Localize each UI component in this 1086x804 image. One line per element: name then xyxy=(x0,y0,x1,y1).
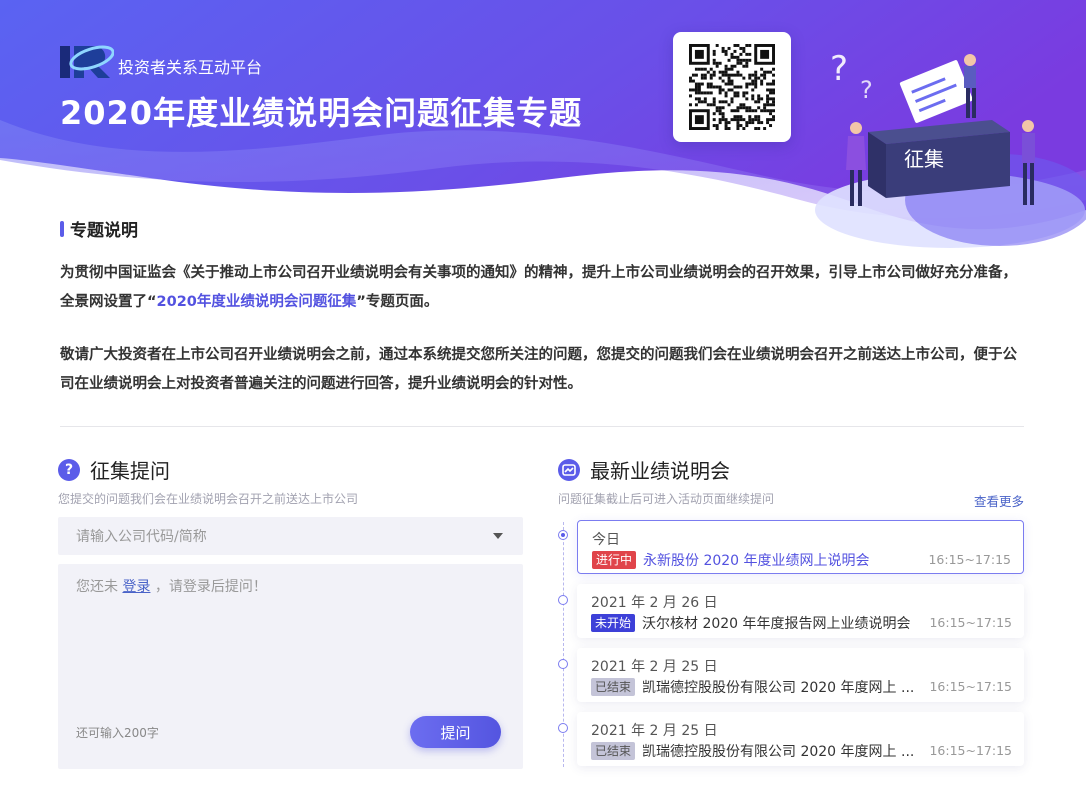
login-hint: 您还未 登录 ，请登录后提问！ xyxy=(76,576,267,596)
intro-text: ”专题页面。 xyxy=(356,294,439,310)
status-badge: 已结束 xyxy=(591,742,636,760)
latest-panel-subtitle: 问题征集截止后可进入活动页面继续提问 xyxy=(558,492,775,506)
timeline-dot xyxy=(558,595,568,605)
platform-logo[interactable]: 投资者关系互动平台 xyxy=(60,40,262,80)
timeline-dot xyxy=(558,723,568,733)
meeting-time: 16:15~17:15 xyxy=(929,679,1012,694)
meeting-card[interactable]: 2021 年 2 月 25 日 已结束 凯瑞德控股股份有限公司 2020 年度网… xyxy=(577,648,1024,702)
meeting-card[interactable]: 2021 年 2 月 26 日 未开始 沃尔核材 2020 年年度报告网上业绩说… xyxy=(577,584,1024,638)
company-select[interactable]: 请输入公司代码/简称 xyxy=(58,517,523,555)
meeting-time: 16:15~17:15 xyxy=(929,743,1012,758)
meeting-title[interactable]: 永新股份 2020 年度业绩网上说明会 xyxy=(643,550,870,570)
question-icon: ? xyxy=(58,458,80,481)
intro-paragraph-2: 敬请广大投资者在上市公司召开业绩说明会之前，通过本系统提交您所关注的问题，您提交… xyxy=(60,347,1017,392)
status-badge: 进行中 xyxy=(592,551,637,569)
meeting-card[interactable]: 今日 进行中 永新股份 2020 年度业绩网上说明会 16:15~17:15 xyxy=(577,520,1024,574)
timeline-dot xyxy=(558,659,568,669)
meeting-date: 2021 年 2 月 25 日 xyxy=(591,659,718,675)
svg-text:?: ? xyxy=(860,76,873,104)
trend-chart-icon xyxy=(558,458,580,481)
timeline-dot xyxy=(558,530,568,540)
intro-section-header: 专题说明 xyxy=(60,216,138,241)
ask-panel-subtitle: 您提交的问题我们会在业绩说明会召开之前送达上市公司 xyxy=(58,492,359,506)
section-accent-bar xyxy=(60,220,64,237)
platform-subtitle: 投资者关系互动平台 xyxy=(118,58,263,77)
meeting-date: 2021 年 2 月 25 日 xyxy=(591,723,718,739)
collection-box-illustration: ? ? 征集 xyxy=(830,49,1035,206)
qr-code xyxy=(673,32,791,142)
meeting-title[interactable]: 凯瑞德控股股份有限公司 2020 年度网上 ... xyxy=(642,741,914,761)
meeting-card[interactable]: 2021 年 2 月 25 日 已结束 凯瑞德控股股份有限公司 2020 年度网… xyxy=(577,712,1024,766)
latest-panel-header: 最新业绩说明会 xyxy=(558,455,730,484)
meeting-title[interactable]: 凯瑞德控股股份有限公司 2020 年度网上 ... xyxy=(642,677,914,697)
latest-panel-title: 最新业绩说明会 xyxy=(590,459,730,483)
intro-paragraph-1: 为贯彻中国证监会《关于推动上市公司召开业绩说明会有关事项的通知》的精神，提升上市… xyxy=(60,259,1028,317)
ir-logo-icon xyxy=(60,40,115,80)
ask-panel-title: 征集提问 xyxy=(90,459,170,483)
hero-banner: 投资者关系互动平台 2020年度业绩说明会问题征集专题 ? ? 征集 xyxy=(0,0,1086,260)
meeting-title[interactable]: 沃尔核材 2020 年年度报告网上业绩说明会 xyxy=(642,613,911,633)
meeting-time: 16:15~17:15 xyxy=(929,615,1012,630)
company-select-placeholder: 请输入公司代码/简称 xyxy=(76,529,207,545)
ask-panel-header: ? 征集提问 xyxy=(58,455,170,484)
status-badge: 未开始 xyxy=(591,614,636,632)
page-title: 2020年度业绩说明会问题征集专题 xyxy=(60,94,583,132)
section-divider xyxy=(60,426,1024,427)
chevron-down-icon[interactable] xyxy=(493,533,503,539)
qr-code-icon xyxy=(689,44,775,130)
login-hint-text: 您还未 xyxy=(76,579,118,595)
meeting-time: 16:15~17:15 xyxy=(928,552,1011,567)
char-count: 还可输入200字 xyxy=(76,726,159,740)
submit-question-button[interactable]: 提问 xyxy=(410,716,501,748)
svg-text:?: ? xyxy=(830,49,848,89)
question-textarea[interactable]: 您还未 登录 ，请登录后提问！ 还可输入200字 提问 xyxy=(58,564,523,769)
intro-section-title: 专题说明 xyxy=(70,221,138,241)
meeting-date: 今日 xyxy=(592,532,620,548)
status-badge: 已结束 xyxy=(591,678,636,696)
topic-highlight: 2020年度业绩说明会问题征集 xyxy=(156,294,357,310)
login-link[interactable]: 登录 xyxy=(122,579,150,595)
view-more-link[interactable]: 查看更多 xyxy=(974,491,1024,510)
illustration-label: 征集 xyxy=(904,147,944,171)
login-hint-text: ，请登录后提问！ xyxy=(154,579,267,595)
meeting-date: 2021 年 2 月 26 日 xyxy=(591,595,718,611)
